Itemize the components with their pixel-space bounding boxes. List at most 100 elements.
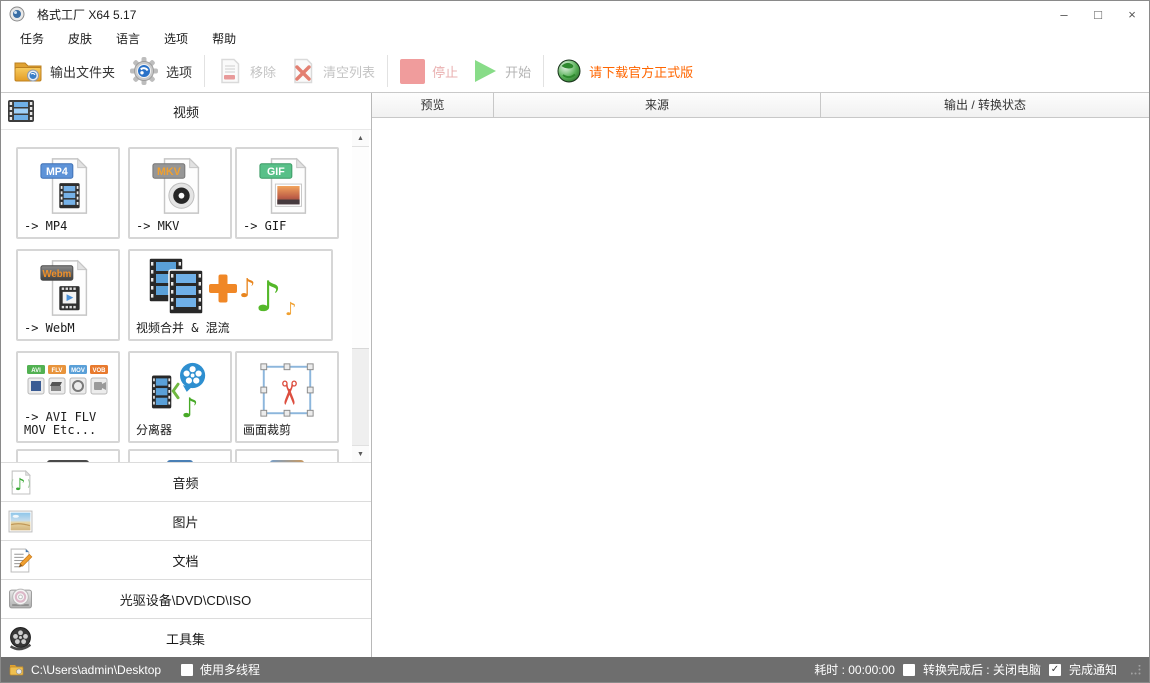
- clear-list-button[interactable]: 清空列表: [290, 58, 375, 84]
- app-logo-icon: [9, 6, 25, 22]
- scrollbar-thumb[interactable]: [352, 147, 369, 349]
- svg-text:♪: ♪: [15, 474, 26, 493]
- menu-task[interactable]: 任务: [8, 28, 56, 49]
- tile-to-mp4[interactable]: MP4 -> MP4: [16, 147, 120, 239]
- multithread-checkbox[interactable]: [181, 664, 193, 676]
- partial-icon: [167, 460, 193, 462]
- options-gear-icon: [129, 56, 159, 86]
- svg-text:Webm: Webm: [42, 268, 71, 279]
- file-list-panel: 预览 来源 输出 / 转换状态: [372, 93, 1149, 657]
- tile-label: 画面裁剪: [237, 424, 337, 441]
- sidebar: 视频 MP4 -> MP4: [1, 93, 372, 657]
- output-folder-button[interactable]: 输出文件夹: [13, 59, 115, 83]
- tile-label: -> MKV: [130, 220, 230, 237]
- svg-text:MKV: MKV: [157, 165, 182, 177]
- close-button[interactable]: ×: [1115, 1, 1149, 27]
- remove-icon: [217, 58, 243, 84]
- music-note-icon: ♪: [181, 393, 198, 420]
- film-reel-icon: [8, 626, 33, 651]
- sidebar-section-picture[interactable]: 图片: [1, 501, 371, 540]
- status-bar: C:\Users\admin\Desktop 使用多线程 耗时 : 00:00:…: [1, 657, 1149, 682]
- scroll-down-icon[interactable]: ▼: [352, 445, 369, 462]
- menu-bar: 任务 皮肤 语言 选项 帮助: [1, 27, 1149, 50]
- menu-options[interactable]: 选项: [152, 28, 200, 49]
- tile-partial-2[interactable]: [128, 449, 232, 462]
- tile-label: -> MP4: [18, 220, 118, 237]
- minimize-button[interactable]: –: [1047, 1, 1081, 27]
- mp4-file-icon: MP4: [38, 156, 98, 216]
- stop-button[interactable]: 停止: [400, 59, 458, 84]
- multithread-label[interactable]: 使用多线程: [200, 661, 260, 678]
- video-section-label: 视频: [34, 102, 338, 121]
- app-window: 格式工厂 X64 5.17 – □ × 任务 皮肤 语言 选项 帮助 输出文件夹: [0, 0, 1150, 683]
- remove-button[interactable]: 移除: [217, 58, 276, 84]
- music-notes-icon: ♪ ♪ ♪: [239, 272, 297, 319]
- svg-text:AVI: AVI: [31, 368, 41, 374]
- tile-to-gif[interactable]: GIF -> GIF: [235, 147, 339, 239]
- tile-to-webm[interactable]: Webm -> WebM: [16, 249, 120, 341]
- tile-to-mkv[interactable]: MKV -> MKV: [128, 147, 232, 239]
- download-official-link[interactable]: 请下载官方正式版: [556, 58, 693, 84]
- window-title: 格式工厂 X64 5.17: [37, 6, 1047, 23]
- menu-help[interactable]: 帮助: [200, 28, 248, 49]
- tile-splitter[interactable]: ♪ 分离器: [128, 351, 232, 443]
- tile-crop[interactable]: ✂ 画面裁剪: [235, 351, 339, 443]
- maximize-button[interactable]: □: [1081, 1, 1115, 27]
- column-header-source[interactable]: 来源: [494, 93, 821, 117]
- sidebar-section-toolset[interactable]: 工具集: [1, 618, 371, 657]
- start-button[interactable]: 开始: [472, 58, 531, 84]
- tile-to-avi-flv-mov[interactable]: AVI FLV MOV VOB -> AVI FLV MOV Etc...: [16, 351, 120, 443]
- scroll-up-icon[interactable]: ▲: [352, 130, 369, 147]
- menu-skin[interactable]: 皮肤: [56, 28, 104, 49]
- webm-file-icon: Webm: [38, 258, 98, 318]
- picture-icon: [8, 509, 33, 534]
- optical-section-label: 光驱设备\DVD\CD\ISO: [33, 590, 338, 609]
- elapsed-time: 耗时 : 00:00:00: [814, 661, 895, 678]
- document-icon: [8, 548, 33, 573]
- shutdown-checkbox[interactable]: [903, 664, 915, 676]
- splitter-icon: ♪: [150, 360, 210, 420]
- tile-partial-3[interactable]: [235, 449, 339, 462]
- start-label: 开始: [505, 62, 531, 81]
- video-tiles-panel: MP4 -> MP4 MKV: [1, 130, 371, 462]
- svg-text:MP4: MP4: [46, 165, 68, 177]
- svg-text:FLV: FLV: [52, 368, 63, 374]
- notify-checkbox[interactable]: ✓: [1049, 664, 1061, 676]
- menu-language[interactable]: 语言: [104, 28, 152, 49]
- audio-note-icon: ♪: [8, 470, 33, 495]
- toolbar-separator: [387, 55, 388, 87]
- download-official-label: 请下载官方正式版: [589, 62, 693, 81]
- document-section-label: 文档: [33, 551, 338, 570]
- toolset-section-label: 工具集: [33, 629, 338, 648]
- options-button[interactable]: 选项: [129, 56, 192, 86]
- resize-grip[interactable]: [1131, 665, 1141, 675]
- file-list-body: [372, 118, 1149, 657]
- gif-file-icon: GIF: [257, 156, 317, 216]
- sidebar-section-video[interactable]: 视频: [1, 93, 371, 130]
- output-folder-label: 输出文件夹: [50, 62, 115, 81]
- sidebar-section-document[interactable]: 文档: [1, 540, 371, 579]
- multi-format-icon: AVI FLV MOV VOB: [26, 364, 110, 402]
- shutdown-label[interactable]: 转换完成后 : 关闭电脑: [923, 661, 1041, 678]
- video-merge-icon: ♪ ♪ ♪: [147, 257, 315, 319]
- output-path[interactable]: C:\Users\admin\Desktop: [31, 663, 161, 677]
- clear-list-label: 清空列表: [323, 62, 375, 81]
- mkv-file-icon: MKV: [150, 156, 210, 216]
- tile-label: -> GIF: [237, 220, 337, 237]
- tiles-scrollbar[interactable]: ▲ ▼: [352, 130, 369, 462]
- tile-video-merge-mux[interactable]: ♪ ♪ ♪ 视频合并 & 混流: [128, 249, 333, 341]
- sidebar-section-audio[interactable]: ♪ 音频: [1, 462, 371, 501]
- toolbar-separator: [543, 55, 544, 87]
- clear-list-icon: [290, 58, 316, 84]
- sidebar-section-optical[interactable]: 光驱设备\DVD\CD\ISO: [1, 579, 371, 618]
- partial-icon: [47, 460, 89, 462]
- optical-disc-icon: [8, 587, 33, 612]
- crop-scissors-icon: ✂: [257, 360, 317, 420]
- video-filmstrip-icon: [8, 100, 34, 122]
- stop-label: 停止: [432, 62, 458, 81]
- tile-partial-1[interactable]: [16, 449, 120, 462]
- column-header-preview[interactable]: 预览: [372, 93, 494, 117]
- tile-label: 分离器: [130, 424, 230, 441]
- notify-label[interactable]: 完成通知: [1069, 661, 1117, 678]
- column-header-status[interactable]: 输出 / 转换状态: [821, 93, 1149, 117]
